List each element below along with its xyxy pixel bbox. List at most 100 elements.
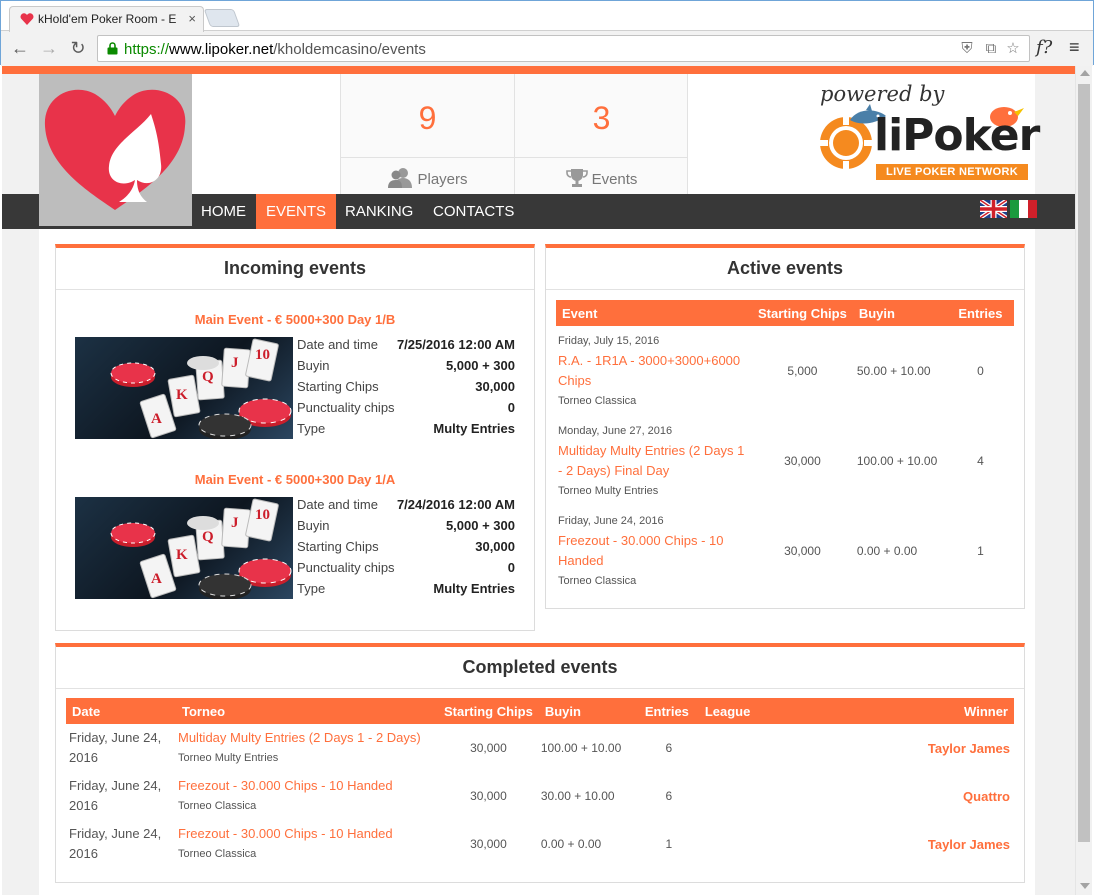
- star-icon[interactable]: ☆: [1004, 40, 1022, 58]
- event-cell: Monday, June 27, 2016 Multiday Multy Ent…: [556, 416, 752, 506]
- events-label-row: Events: [515, 157, 688, 194]
- uk-flag-icon[interactable]: [980, 200, 1007, 218]
- column-header[interactable]: Entries: [638, 698, 699, 724]
- browser-window: kHold'em Poker Room - E × ← → ↻ https://…: [0, 0, 1094, 66]
- top-accent-bar: [2, 66, 1075, 74]
- scroll-up-arrow-icon[interactable]: [1080, 70, 1090, 76]
- column-header[interactable]: Date: [66, 698, 176, 724]
- extension-icon[interactable]: f?: [1036, 37, 1052, 58]
- browser-tab[interactable]: kHold'em Poker Room - E ×: [9, 6, 204, 32]
- url-text: https://www.lipoker.net/kholdemcasino/ev…: [124, 41, 426, 58]
- entries-cell: 4: [977, 454, 984, 468]
- page-scrollbar[interactable]: [1075, 66, 1092, 895]
- svg-text:A: A: [151, 571, 162, 587]
- entries-cell: 6: [665, 741, 673, 755]
- events-count: 3: [592, 100, 611, 136]
- back-arrow-icon[interactable]: ←: [9, 37, 31, 59]
- column-header[interactable]: Event: [556, 300, 752, 326]
- column-header[interactable]: Entries: [946, 300, 1014, 326]
- completed-events-panel: Completed events Date Torneo Starting Ch…: [55, 643, 1025, 883]
- address-bar[interactable]: https://www.lipoker.net/kholdemcasino/ev…: [97, 35, 1030, 62]
- column-header[interactable]: Winner: [825, 698, 1014, 724]
- league-cell: [699, 772, 825, 820]
- event-link[interactable]: Freezout - 30.000 Chips - 10 Handed: [178, 824, 438, 844]
- lipoker-tagline: LIVE POKER NETWORK: [876, 164, 1028, 180]
- date-cell: Friday, June 24, 2016: [69, 778, 162, 813]
- event-thumbnail[interactable]: A K Q J 10: [75, 497, 293, 599]
- entries-cell: 6: [665, 789, 673, 803]
- detail-row: Starting Chips 30,000: [297, 539, 515, 554]
- event-thumbnail[interactable]: A K Q J 10: [75, 337, 293, 439]
- event-type: Torneo Classica: [558, 395, 637, 407]
- column-header[interactable]: Torneo: [176, 698, 438, 724]
- menu-icon[interactable]: ≡: [1069, 37, 1080, 58]
- nav-item-ranking[interactable]: RANKING: [335, 194, 423, 229]
- entries-cell: 1: [977, 544, 984, 558]
- date-cell: Friday, June 24, 2016: [69, 730, 162, 765]
- close-tab-icon[interactable]: ×: [188, 11, 196, 26]
- winner-link[interactable]: Taylor James: [825, 724, 1014, 772]
- entries-cell: 0: [977, 364, 984, 378]
- sponsor-area[interactable]: powered by liPoker LIVE POKER NETWORK: [687, 74, 1040, 194]
- powered-by-text: powered by: [820, 82, 945, 106]
- winner-link[interactable]: Taylor James: [825, 820, 1014, 868]
- event-cell: Friday, July 15, 2016 R.A. - 1R1A - 3000…: [556, 326, 752, 416]
- starting-chips-cell: 30,000: [784, 454, 821, 468]
- completed-events-table-wrap: Date Torneo Starting Chips Buyin Entries…: [66, 698, 1014, 868]
- scroll-down-arrow-icon[interactable]: [1080, 883, 1090, 889]
- winner-link[interactable]: Quattro: [825, 772, 1014, 820]
- italy-flag-icon[interactable]: [1010, 200, 1037, 218]
- nav-item-events[interactable]: EVENTS: [256, 194, 337, 229]
- column-header[interactable]: Buyin: [852, 300, 947, 326]
- column-header[interactable]: Starting Chips: [438, 698, 539, 724]
- trophy-icon: [565, 169, 588, 187]
- tab-title: kHold'em Poker Room - E: [38, 12, 177, 26]
- table-row: Monday, June 27, 2016 Multiday Multy Ent…: [556, 416, 1014, 506]
- detail-row: Punctuality chips 0: [297, 400, 515, 415]
- nav-item-home[interactable]: HOME: [191, 194, 256, 229]
- svg-text:K: K: [176, 547, 188, 563]
- starting-chips-cell: 30,000: [784, 544, 821, 558]
- event-link[interactable]: Multiday Multy Entries (2 Days 1 - 2 Day…: [558, 441, 750, 481]
- column-header[interactable]: Starting Chips: [752, 300, 853, 326]
- nav-item-contacts[interactable]: CONTACTS: [423, 194, 524, 229]
- event-link[interactable]: Freezout - 30.000 Chips - 10 Handed: [178, 776, 438, 796]
- scrollbar-thumb[interactable]: [1078, 84, 1090, 842]
- detail-row: Type Multy Entries: [297, 421, 515, 436]
- event-link[interactable]: Freezout - 30.000 Chips - 10 Handed: [558, 531, 750, 571]
- buyin-cell: 100.00 + 10.00: [856, 454, 938, 468]
- table-header-row: Date Torneo Starting Chips Buyin Entries…: [66, 698, 1014, 724]
- completed-events-table: Date Torneo Starting Chips Buyin Entries…: [66, 698, 1014, 868]
- date-cell: Friday, June 24, 2016: [69, 826, 162, 861]
- event-link[interactable]: Multiday Multy Entries (2 Days 1 - 2 Day…: [178, 728, 438, 748]
- svg-text:Q: Q: [202, 529, 214, 545]
- incoming-event-title[interactable]: Main Event - € 5000+300 Day 1/A: [56, 472, 534, 487]
- event-link[interactable]: R.A. - 1R1A - 3000+3000+6000 Chips: [558, 351, 750, 391]
- active-events-title: Active events: [546, 248, 1024, 290]
- event-type: Torneo Classica: [558, 575, 637, 587]
- poker-cards-chips-image: AKQ J 10: [110, 498, 292, 599]
- detail-row: Date and time 7/24/2016 12:00 AM: [297, 497, 515, 512]
- site-logo[interactable]: [39, 74, 192, 226]
- column-header[interactable]: League: [698, 698, 826, 724]
- buyin-cell: 0.00 + 0.00: [540, 837, 602, 851]
- reload-icon[interactable]: ↻: [67, 37, 89, 59]
- column-header[interactable]: Buyin: [538, 698, 639, 724]
- detail-row: Punctuality chips 0: [297, 560, 515, 575]
- heart-spade-logo-icon: [44, 89, 186, 210]
- poker-cards-chips-image: AKQ J 10: [110, 338, 292, 439]
- buyin-cell: 0.00 + 0.00: [856, 544, 918, 558]
- table-row: Friday, June 24, 2016 Freezout - 30.000 …: [66, 820, 1014, 868]
- forward-arrow-icon[interactable]: →: [38, 37, 60, 59]
- detail-row: Starting Chips 30,000: [297, 379, 515, 394]
- shield-icon[interactable]: ⛨: [958, 40, 976, 58]
- new-tab-button[interactable]: [203, 9, 241, 27]
- lock-icon: [107, 42, 118, 55]
- tab-strip: kHold'em Poker Room - E ×: [1, 1, 1093, 32]
- starting-chips-cell: 30,000: [470, 741, 507, 755]
- incoming-event-title[interactable]: Main Event - € 5000+300 Day 1/B: [56, 312, 534, 327]
- event-details: Date and time 7/25/2016 12:00 AM Buyin 5,0…: [297, 337, 515, 442]
- svg-text:K: K: [176, 387, 188, 403]
- starting-chips-cell: 30,000: [470, 837, 507, 851]
- translate-icon[interactable]: ⧉: [982, 40, 1000, 58]
